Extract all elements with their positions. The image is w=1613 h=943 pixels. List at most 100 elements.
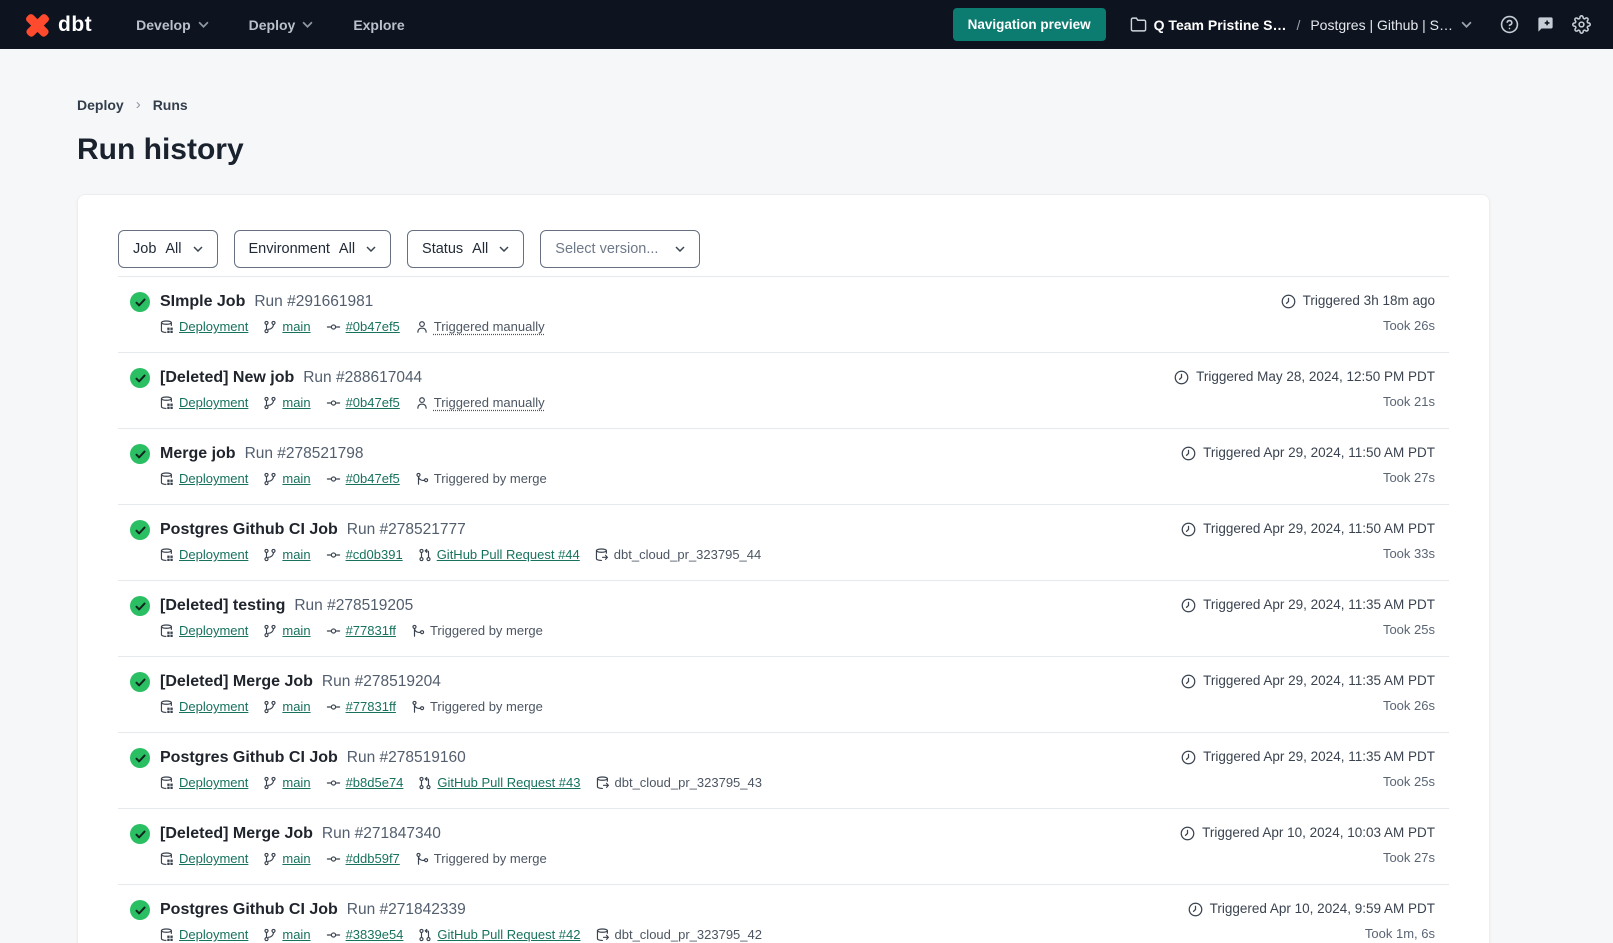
job-filter-dropdown[interactable]: Job All <box>118 230 218 268</box>
branch-link[interactable]: main <box>263 622 310 640</box>
run-row[interactable]: [Deleted] New job Run #288617044 Deploym… <box>118 353 1449 429</box>
branch-link[interactable]: main <box>263 470 310 488</box>
commit-link[interactable]: #cd0b391 <box>326 546 403 564</box>
trigger-merge: Triggered by merge <box>411 622 543 640</box>
commit-link[interactable]: #0b47ef5 <box>326 318 400 336</box>
run-row[interactable]: Postgres Github CI Job Run #271842339 De… <box>118 885 1449 943</box>
environment-link[interactable]: Deployment <box>160 774 248 792</box>
environment-link[interactable]: Deployment <box>160 698 248 716</box>
triggered-time: Triggered May 28, 2024, 12:50 PM PDT <box>1174 367 1435 387</box>
account-selector[interactable]: Q Team Pristine S… <box>1130 16 1287 33</box>
environment-link[interactable]: Deployment <box>160 926 248 943</box>
user-icon <box>415 320 429 334</box>
branch-link[interactable]: main <box>263 850 310 868</box>
run-success-status-icon <box>130 368 150 388</box>
environment-database-icon <box>160 396 174 410</box>
run-duration: Took 27s <box>1181 470 1435 485</box>
triggered-time: Triggered Apr 29, 2024, 11:50 AM PDT <box>1181 443 1435 463</box>
project-selector[interactable]: Postgres | Github | S… <box>1310 17 1472 33</box>
environment-link[interactable]: Deployment <box>160 850 248 868</box>
pull-request-link[interactable]: GitHub Pull Request #44 <box>418 546 580 564</box>
run-duration: Took 25s <box>1181 622 1435 637</box>
environment-database-icon <box>160 624 174 638</box>
pull-request-link[interactable]: GitHub Pull Request #42 <box>418 926 580 943</box>
job-name-link[interactable]: Merge job <box>160 443 236 464</box>
nav-menu-deploy[interactable]: Deploy <box>249 17 314 33</box>
commit-link[interactable]: #ddb59f7 <box>326 850 400 868</box>
breadcrumb-deploy[interactable]: Deploy <box>77 97 124 113</box>
branch-link[interactable]: main <box>263 774 310 792</box>
status-filter-dropdown[interactable]: Status All <box>407 230 524 268</box>
commit-link[interactable]: #0b47ef5 <box>326 394 400 412</box>
job-name-link[interactable]: Postgres Github CI Job <box>160 899 338 920</box>
clock-icon <box>1181 750 1196 765</box>
version-filter-placeholder: Select version... <box>555 241 658 257</box>
commit-link[interactable]: #b8d5e74 <box>326 774 404 792</box>
run-history-card: Job All Environment All Status All Selec… <box>77 194 1490 943</box>
run-number: Run #288617044 <box>303 367 422 388</box>
job-filter-value: All <box>165 241 181 257</box>
job-name-link[interactable]: [Deleted] Merge Job <box>160 671 313 692</box>
commit-link[interactable]: #3839e54 <box>326 926 404 943</box>
commit-link[interactable]: #77831ff <box>326 698 396 716</box>
chevron-down-icon <box>499 246 509 252</box>
pr-schema: dbt_cloud_pr_323795_43 <box>596 774 762 792</box>
run-number: Run #278519160 <box>347 747 466 768</box>
job-name-link[interactable]: [Deleted] Merge Job <box>160 823 313 844</box>
git-branch-icon <box>263 320 277 334</box>
pr-schema: dbt_cloud_pr_323795_42 <box>596 926 762 943</box>
branch-link[interactable]: main <box>263 926 310 943</box>
branch-link[interactable]: main <box>263 318 310 336</box>
nav-menu-develop[interactable]: Develop <box>136 17 208 33</box>
commit-link[interactable]: #0b47ef5 <box>326 470 400 488</box>
environment-link[interactable]: Deployment <box>160 318 248 336</box>
breadcrumb-separator: › <box>136 96 141 113</box>
chevron-down-icon <box>302 21 313 28</box>
run-row[interactable]: [Deleted] testing Run #278519205 Deploym… <box>118 581 1449 657</box>
navigation-preview-button[interactable]: Navigation preview <box>953 8 1106 41</box>
run-row[interactable]: Postgres Github CI Job Run #278519160 De… <box>118 733 1449 809</box>
folder-icon <box>1130 16 1147 33</box>
branch-link[interactable]: main <box>263 546 310 564</box>
branch-link[interactable]: main <box>263 394 310 412</box>
run-row[interactable]: [Deleted] Merge Job Run #278519204 Deplo… <box>118 657 1449 733</box>
nav-menu-explore[interactable]: Explore <box>353 17 404 33</box>
environment-filter-dropdown[interactable]: Environment All <box>234 230 392 268</box>
git-commit-icon <box>326 624 341 638</box>
environment-link[interactable]: Deployment <box>160 546 248 564</box>
git-commit-icon <box>326 320 341 334</box>
run-row[interactable]: Postgres Github CI Job Run #278521777 De… <box>118 505 1449 581</box>
git-merge-icon <box>415 852 429 866</box>
job-name-link[interactable]: [Deleted] testing <box>160 595 285 616</box>
pull-request-link[interactable]: GitHub Pull Request #43 <box>418 774 580 792</box>
top-navbar: dbt Develop Deploy Explore Navigation pr… <box>0 0 1613 49</box>
gear-icon[interactable] <box>1572 15 1591 34</box>
job-name-link[interactable]: Postgres Github CI Job <box>160 519 338 540</box>
git-branch-icon <box>263 852 277 866</box>
version-filter-dropdown[interactable]: Select version... <box>540 230 700 268</box>
run-duration: Took 1m, 6s <box>1188 926 1435 941</box>
job-name-link[interactable]: SImple Job <box>160 291 245 312</box>
environment-link[interactable]: Deployment <box>160 622 248 640</box>
clock-icon <box>1180 826 1195 841</box>
environment-link[interactable]: Deployment <box>160 394 248 412</box>
environment-link[interactable]: Deployment <box>160 470 248 488</box>
help-icon[interactable] <box>1500 15 1519 34</box>
triggered-time: Triggered Apr 10, 2024, 9:59 AM PDT <box>1188 899 1435 919</box>
run-success-status-icon <box>130 748 150 768</box>
git-branch-icon <box>263 396 277 410</box>
git-commit-icon <box>326 472 341 486</box>
dbt-logo[interactable]: dbt <box>24 11 92 38</box>
branch-link[interactable]: main <box>263 698 310 716</box>
breadcrumb-runs[interactable]: Runs <box>153 97 188 113</box>
clock-icon <box>1181 446 1196 461</box>
commit-link[interactable]: #77831ff <box>326 622 396 640</box>
run-row[interactable]: SImple Job Run #291661981 Deployment mai… <box>118 277 1449 353</box>
run-success-status-icon <box>130 444 150 464</box>
job-name-link[interactable]: Postgres Github CI Job <box>160 747 338 768</box>
run-row[interactable]: [Deleted] Merge Job Run #271847340 Deplo… <box>118 809 1449 885</box>
job-name-link[interactable]: [Deleted] New job <box>160 367 294 388</box>
git-merge-icon <box>415 472 429 486</box>
run-row[interactable]: Merge job Run #278521798 Deployment main… <box>118 429 1449 505</box>
feedback-icon[interactable] <box>1536 15 1555 34</box>
